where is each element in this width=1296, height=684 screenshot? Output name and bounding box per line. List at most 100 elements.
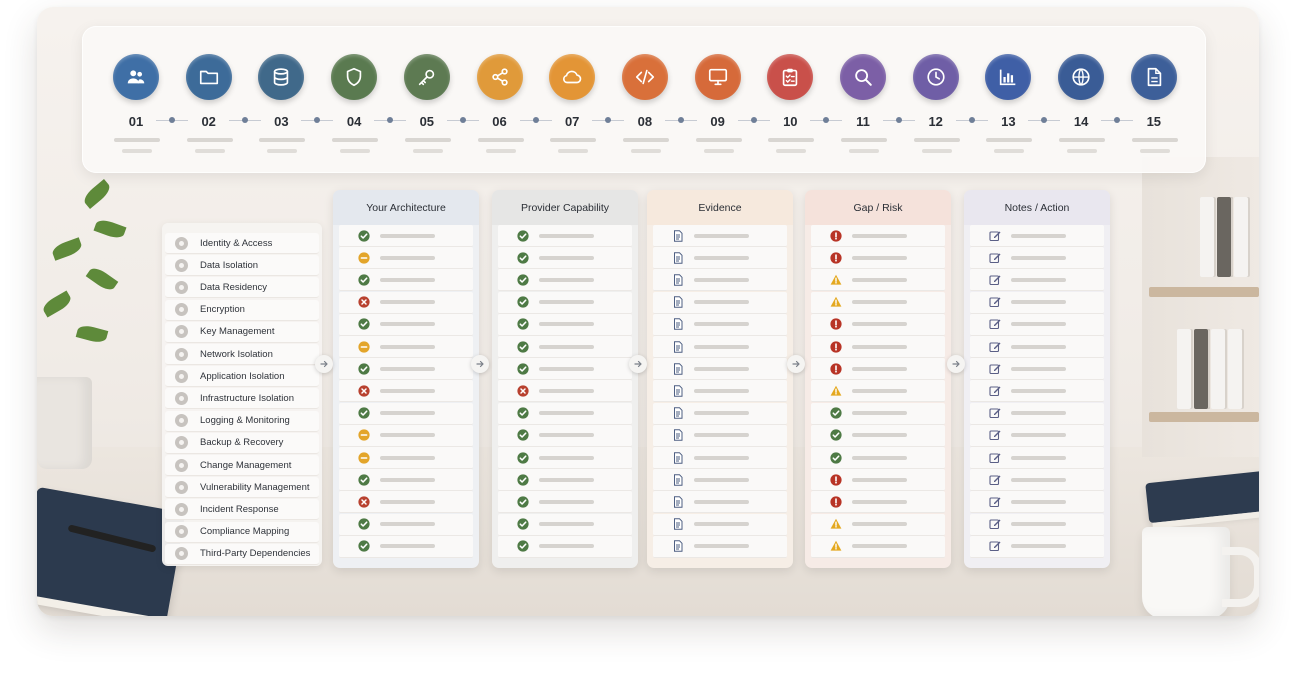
column-row[interactable]	[498, 358, 632, 381]
step-circle[interactable]	[840, 54, 886, 100]
step-item[interactable]: 10	[754, 26, 826, 173]
column-row[interactable]	[498, 402, 632, 425]
column-row[interactable]	[498, 225, 632, 247]
column-row[interactable]	[970, 336, 1104, 358]
step-item[interactable]: 08	[609, 26, 681, 173]
category-row[interactable]: Identity & Access	[165, 233, 319, 254]
column-row[interactable]	[498, 269, 632, 292]
step-item[interactable]: 12	[900, 26, 972, 173]
column-row[interactable]	[498, 313, 632, 336]
step-circle[interactable]	[694, 54, 741, 100]
column-row[interactable]	[339, 291, 473, 314]
column-row[interactable]	[498, 380, 632, 403]
step-item[interactable]: 06	[464, 26, 536, 173]
step-item[interactable]: 01	[100, 26, 172, 173]
column-row[interactable]	[498, 469, 632, 492]
column-row[interactable]	[811, 269, 945, 292]
column-row[interactable]	[811, 402, 945, 425]
column-row[interactable]	[339, 469, 473, 492]
column-row[interactable]	[498, 336, 632, 358]
step-item[interactable]: 02	[173, 26, 245, 173]
category-row[interactable]: Change Management	[165, 455, 319, 476]
step-circle[interactable]	[258, 54, 305, 100]
column-row[interactable]	[498, 247, 632, 270]
step-circle[interactable]	[767, 54, 814, 100]
column-row[interactable]	[339, 336, 473, 358]
column-row[interactable]	[811, 513, 945, 536]
step-circle[interactable]	[113, 54, 159, 100]
step-circle[interactable]	[549, 54, 596, 100]
column-row[interactable]	[653, 269, 787, 292]
step-circle[interactable]	[331, 54, 378, 100]
column-row[interactable]	[970, 513, 1104, 536]
column-row[interactable]	[811, 447, 945, 469]
column-row[interactable]	[970, 291, 1104, 314]
column-row[interactable]	[970, 469, 1104, 492]
category-row[interactable]: Infrastructure Isolation	[165, 388, 319, 410]
category-row[interactable]: Encryption	[165, 299, 319, 321]
column-row[interactable]	[653, 402, 787, 425]
column-row[interactable]	[339, 358, 473, 381]
column-row[interactable]	[653, 225, 787, 247]
step-circle[interactable]	[476, 54, 523, 100]
step-circle[interactable]	[403, 54, 450, 100]
column-row[interactable]	[339, 402, 473, 425]
column-row[interactable]	[811, 535, 945, 558]
column-row[interactable]	[970, 225, 1104, 247]
column-row[interactable]	[339, 225, 473, 247]
category-row[interactable]: Key Management	[165, 321, 319, 343]
category-row[interactable]: Incident Response	[165, 499, 319, 521]
step-circle[interactable]	[985, 54, 1032, 100]
column-row[interactable]	[970, 313, 1104, 336]
column-row[interactable]	[653, 291, 787, 314]
column-row[interactable]	[653, 358, 787, 381]
column-row[interactable]	[339, 491, 473, 514]
category-row[interactable]: Data Residency	[165, 277, 319, 299]
column-row[interactable]	[970, 402, 1104, 425]
column-row[interactable]	[653, 336, 787, 358]
column-row[interactable]	[811, 313, 945, 336]
column-row[interactable]	[339, 247, 473, 270]
step-circle[interactable]	[185, 54, 232, 100]
step-item[interactable]: 13	[972, 26, 1044, 173]
step-circle[interactable]	[1058, 54, 1105, 100]
category-row[interactable]: Network Isolation	[165, 344, 319, 365]
column-row[interactable]	[498, 291, 632, 314]
column-row[interactable]	[653, 469, 787, 492]
category-row[interactable]: Compliance Mapping	[165, 521, 319, 543]
column-row[interactable]	[339, 313, 473, 336]
column-row[interactable]	[653, 247, 787, 270]
step-circle[interactable]	[1130, 54, 1177, 100]
column-row[interactable]	[970, 247, 1104, 270]
column-row[interactable]	[970, 491, 1104, 514]
column-row[interactable]	[339, 447, 473, 469]
category-row[interactable]: Logging & Monitoring	[165, 410, 319, 432]
column-row[interactable]	[811, 469, 945, 492]
step-item[interactable]: 04	[318, 26, 390, 173]
column-row[interactable]	[339, 269, 473, 292]
column-row[interactable]	[970, 358, 1104, 381]
column-row[interactable]	[653, 313, 787, 336]
column-row[interactable]	[339, 380, 473, 403]
category-row[interactable]: Backup & Recovery	[165, 432, 319, 454]
column-row[interactable]	[970, 535, 1104, 558]
step-circle[interactable]	[912, 54, 959, 100]
column-row[interactable]	[811, 424, 945, 447]
column-row[interactable]	[970, 447, 1104, 469]
column-row[interactable]	[498, 535, 632, 558]
step-item[interactable]: 14	[1045, 26, 1117, 173]
column-row[interactable]	[653, 424, 787, 447]
column-row[interactable]	[498, 447, 632, 469]
category-row[interactable]: Vulnerability Management	[165, 477, 319, 499]
column-row[interactable]	[653, 447, 787, 469]
column-row[interactable]	[339, 535, 473, 558]
step-item[interactable]: 05	[391, 26, 463, 173]
column-row[interactable]	[498, 491, 632, 514]
step-item[interactable]: 09	[682, 26, 754, 173]
column-row[interactable]	[498, 424, 632, 447]
column-row[interactable]	[339, 513, 473, 536]
step-item[interactable]: 11	[827, 26, 899, 173]
column-row[interactable]	[653, 380, 787, 403]
step-circle[interactable]	[621, 54, 668, 100]
column-row[interactable]	[811, 491, 945, 514]
